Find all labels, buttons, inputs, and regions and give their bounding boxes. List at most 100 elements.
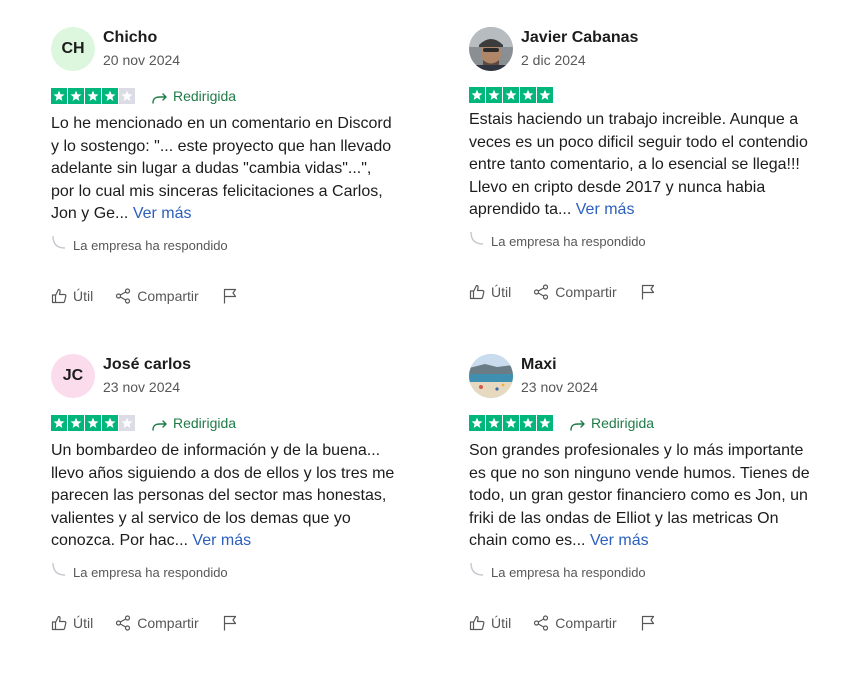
company-replied[interactable]: La empresa ha respondido [469, 562, 814, 583]
reviewer-photo-beach [469, 354, 513, 398]
useful-label: Útil [73, 287, 94, 304]
star-filled-icon [51, 88, 67, 104]
review-header: Javier Cabanas 2 dic 2024 [469, 27, 814, 71]
review-header: CH Chicho 20 nov 2024 [51, 27, 396, 71]
redirect-arrow-icon [152, 419, 167, 431]
flag-icon [641, 615, 654, 630]
review-date: 23 nov 2024 [521, 379, 599, 395]
company-replied-label: La empresa ha respondido [73, 565, 228, 580]
flag-icon [641, 284, 654, 299]
reply-curve-icon [52, 562, 66, 576]
reviewer-name[interactable]: Javier Cabanas [521, 28, 638, 48]
star-rating [469, 415, 553, 431]
review-body: Estais haciendo un trabajo increible. Au… [469, 111, 808, 218]
redirect-arrow-icon [152, 92, 167, 104]
share-button[interactable]: Compartir [115, 287, 199, 304]
flag-icon [223, 288, 236, 303]
flag-icon [223, 615, 236, 630]
useful-button[interactable]: Útil [469, 284, 511, 300]
star-filled-icon [102, 415, 118, 431]
report-flag-button[interactable] [640, 615, 662, 631]
star-empty-icon [119, 88, 135, 104]
review-actions: Útil Compartir [51, 613, 396, 633]
star-rating [51, 88, 135, 104]
rating-row [469, 84, 814, 106]
report-flag-button[interactable] [640, 284, 662, 300]
thumbs-up-icon [51, 615, 67, 630]
reply-curve-icon [470, 231, 484, 245]
rating-row: Redirigida [469, 412, 814, 434]
thumbs-up-icon [51, 288, 67, 303]
reviewer-name[interactable]: Chicho [103, 28, 180, 48]
redirected-label: Redirigida [173, 88, 237, 104]
rating-row: Redirigida [51, 85, 396, 107]
star-rating [51, 415, 135, 431]
rating-row: Redirigida [51, 412, 396, 434]
company-replied[interactable]: La empresa ha respondido [51, 562, 396, 583]
avatar[interactable]: JC [51, 354, 95, 398]
share-button[interactable]: Compartir [533, 614, 617, 631]
share-label: Compartir [555, 283, 617, 300]
report-flag-button[interactable] [222, 615, 244, 631]
reviewer-photo-man-cap [469, 27, 513, 71]
reviewer-name[interactable]: Maxi [521, 355, 598, 375]
star-filled-icon [68, 415, 84, 431]
useful-label: Útil [491, 283, 512, 300]
share-icon [534, 614, 549, 631]
review-actions: Útil Compartir [469, 282, 814, 302]
review-card: CH Chicho 20 nov 2024 Redirigida Lo he m… [51, 27, 396, 306]
star-rating [469, 87, 553, 103]
avatar[interactable] [469, 27, 513, 71]
redirected-badge[interactable]: Redirigida [570, 415, 654, 431]
share-label: Compartir [137, 287, 199, 304]
avatar[interactable] [469, 354, 513, 398]
share-icon [534, 283, 549, 300]
review-card: Maxi 23 nov 2024 Redirigida Son grandes … [469, 354, 814, 633]
read-more-link[interactable]: Ver más [133, 205, 192, 222]
redirected-badge[interactable]: Redirigida [152, 88, 236, 104]
redirected-badge[interactable]: Redirigida [152, 415, 236, 431]
company-replied[interactable]: La empresa ha respondido [469, 231, 814, 252]
share-button[interactable]: Compartir [533, 283, 617, 300]
star-filled-icon [102, 88, 118, 104]
star-filled-icon [85, 415, 101, 431]
reply-curve-icon [470, 562, 484, 576]
company-replied-label: La empresa ha respondido [491, 234, 646, 249]
star-filled-icon [503, 415, 519, 431]
read-more-link[interactable]: Ver más [590, 532, 649, 549]
star-filled-icon [520, 87, 536, 103]
review-card: Javier Cabanas 2 dic 2024 Estais haciend… [469, 27, 814, 302]
reviewer-name[interactable]: José carlos [103, 355, 191, 375]
star-filled-icon [469, 415, 485, 431]
review-card: JC José carlos 23 nov 2024 Redirigida Un… [51, 354, 396, 633]
review-date: 23 nov 2024 [103, 379, 181, 395]
star-empty-icon [119, 415, 135, 431]
company-replied-label: La empresa ha respondido [73, 238, 228, 253]
redirected-label: Redirigida [173, 415, 237, 431]
avatar[interactable]: CH [51, 27, 95, 71]
useful-button[interactable]: Útil [469, 615, 511, 631]
thumbs-up-icon [469, 284, 485, 299]
useful-button[interactable]: Útil [51, 288, 93, 304]
review-text: Estais haciendo un trabajo increible. Au… [469, 109, 814, 222]
review-header: Maxi 23 nov 2024 [469, 354, 814, 398]
review-date: 2 dic 2024 [521, 52, 586, 68]
thumbs-up-icon [469, 615, 485, 630]
share-label: Compartir [137, 614, 199, 631]
read-more-link[interactable]: Ver más [192, 532, 251, 549]
report-flag-button[interactable] [222, 288, 244, 304]
review-actions: Útil Compartir [51, 286, 396, 306]
star-filled-icon [85, 88, 101, 104]
read-more-link[interactable]: Ver más [576, 201, 635, 218]
reply-curve-icon [52, 235, 66, 249]
company-replied-label: La empresa ha respondido [491, 565, 646, 580]
share-icon [116, 287, 131, 304]
review-actions: Útil Compartir [469, 613, 814, 633]
company-replied[interactable]: La empresa ha respondido [51, 235, 396, 256]
star-filled-icon [51, 415, 67, 431]
useful-button[interactable]: Útil [51, 615, 93, 631]
star-filled-icon [68, 88, 84, 104]
star-filled-icon [537, 415, 553, 431]
share-label: Compartir [555, 614, 617, 631]
share-button[interactable]: Compartir [115, 614, 199, 631]
